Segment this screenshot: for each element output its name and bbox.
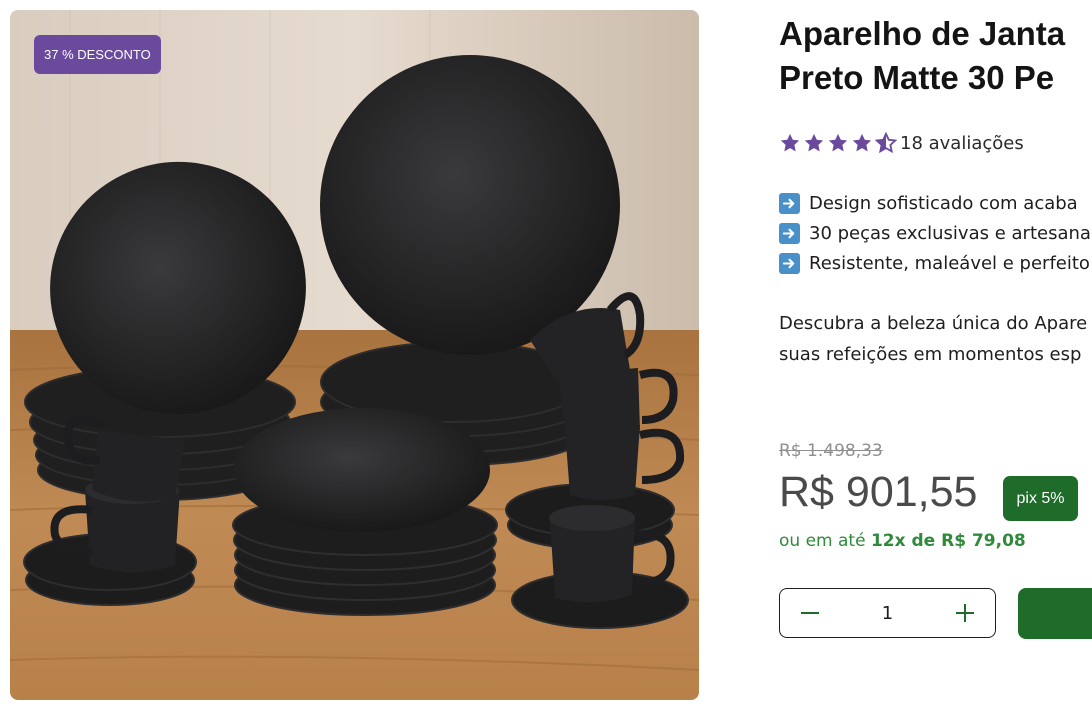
installments-value: 12x de R$ 79,08	[870, 531, 1026, 551]
current-price: R$ 901,55	[779, 468, 978, 516]
feature-list: Design sofisticado com acaba 30 peças ex…	[779, 188, 1091, 278]
quantity-input[interactable]	[840, 589, 935, 639]
installments-info: ou em até 12x de R$ 79,08	[779, 531, 1026, 551]
feature-text: Resistente, maleável e perfeito	[809, 252, 1090, 274]
product-title: Aparelho de Janta Preto Matte 30 Pe	[779, 12, 1092, 100]
star-icon	[828, 133, 848, 152]
feature-item: Resistente, maleável e perfeito	[779, 248, 1091, 278]
plus-icon	[956, 604, 974, 622]
star-icon	[852, 133, 872, 152]
quantity-stepper	[779, 588, 996, 639]
dinnerware-photo	[10, 10, 699, 700]
discount-badge: 37 % DESCONTO	[34, 35, 161, 74]
right-arrow-icon	[779, 222, 800, 244]
description-line-2: suas refeições em momentos esp	[779, 344, 1082, 365]
feature-text: 30 peças exclusivas e artesana	[809, 222, 1091, 244]
product-image[interactable]: 37 % DESCONTO	[10, 10, 699, 700]
minus-icon	[801, 612, 819, 614]
rating-stars	[779, 132, 897, 154]
product-description: Descubra a beleza única do Apare suas re…	[779, 308, 1092, 370]
feature-item: Design sofisticado com acaba	[779, 188, 1091, 218]
decrease-quantity-button[interactable]	[780, 589, 840, 637]
old-price: R$ 1.498,33	[779, 441, 883, 461]
star-icon	[804, 133, 824, 152]
description-line-1: Descubra a beleza única do Apare	[779, 313, 1088, 334]
product-rating[interactable]: 18 avaliações	[779, 130, 1024, 156]
reviews-count: 18 avaliações	[900, 132, 1024, 154]
increase-quantity-button[interactable]	[935, 589, 995, 637]
product-title-line-1: Aparelho de Janta	[779, 15, 1066, 52]
star-icon	[780, 133, 800, 152]
product-title-line-2: Preto Matte 30 Pe	[779, 59, 1055, 96]
pix-discount-badge: pix 5%	[1003, 476, 1078, 521]
feature-item: 30 peças exclusivas e artesana	[779, 218, 1091, 248]
star-half-icon	[875, 132, 897, 154]
right-arrow-icon	[779, 252, 800, 274]
add-to-cart-button[interactable]	[1018, 588, 1092, 639]
right-arrow-icon	[779, 192, 800, 214]
feature-text: Design sofisticado com acaba	[809, 192, 1078, 214]
installments-prefix: ou em até	[779, 531, 866, 551]
